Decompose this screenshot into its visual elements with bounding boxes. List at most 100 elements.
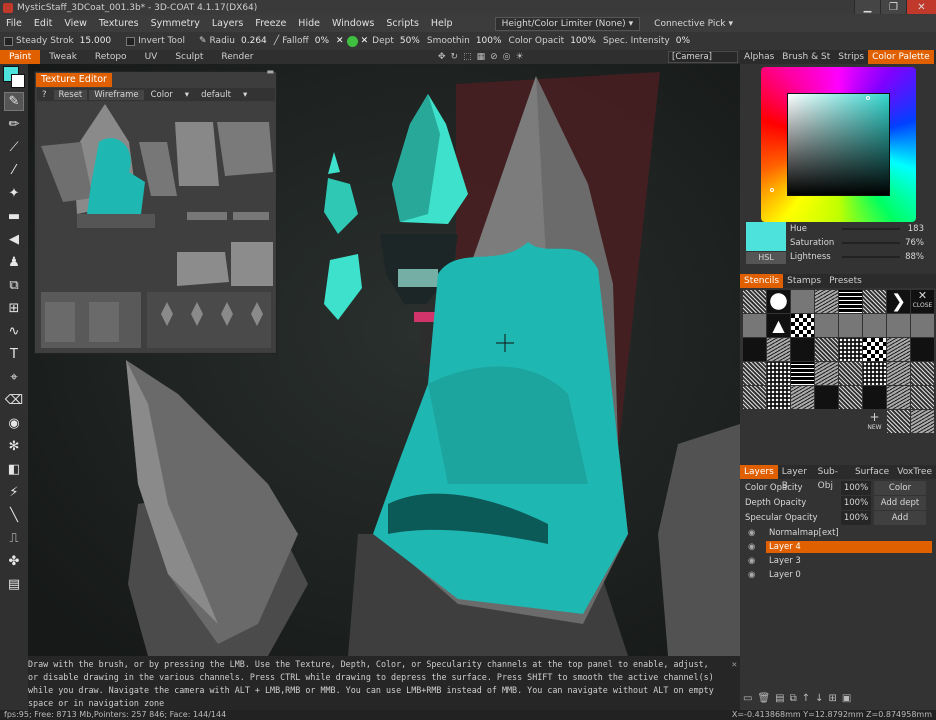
lightness-row[interactable]: Lightness 88% [790,250,930,264]
stencil-item[interactable] [839,386,862,409]
curve-tool-icon[interactable]: ∿ [4,322,24,341]
folder-icon[interactable]: ▭ [743,693,752,704]
restore-button[interactable]: ❐ [880,0,906,14]
green-dot-icon[interactable] [346,35,358,47]
layer-item[interactable]: ◉ Layer 3 [748,555,932,567]
close-icon[interactable]: ✕ [336,36,344,46]
clone-tool-icon[interactable]: ⧉ [4,276,24,295]
speaker-tool-icon[interactable]: ◀ [4,230,24,249]
tab-layers[interactable]: Layers [740,465,778,479]
tab-sculpt[interactable]: Sculpt [166,50,212,64]
stencil-item[interactable] [767,290,790,313]
wireframe-button[interactable]: Wireframe [89,89,144,100]
depth-blend-dropdown[interactable]: Add dept [874,496,926,510]
tab-surface[interactable]: Surface [851,465,893,479]
eye-icon[interactable]: ◉ [748,541,758,553]
stencil-item[interactable] [791,290,814,313]
stencil-item[interactable] [767,362,790,385]
ruler-tool-icon[interactable]: ⎍ [4,529,24,548]
menu-textures[interactable]: Textures [93,15,145,32]
eraser-tool-icon[interactable]: ⌫ [4,391,24,410]
hue-ring[interactable] [761,67,916,222]
pick-tool-icon[interactable]: ⌖ [4,368,24,387]
close-icon[interactable]: ▬ [266,67,274,76]
airbrush-tool-icon[interactable]: ⟋ [4,138,24,157]
menu-edit[interactable]: Edit [28,15,58,32]
stencil-item[interactable] [791,338,814,361]
stencil-item[interactable] [839,338,862,361]
tab-layer-b[interactable]: Layer B [778,465,814,491]
stencil-item[interactable] [791,314,814,337]
frame-icon[interactable]: ⬚ [463,52,472,62]
stencil-item[interactable] [815,386,838,409]
hue-value[interactable]: 183 [908,222,924,236]
close-icon[interactable]: ✕ [732,659,737,672]
stencil-item[interactable] [743,386,766,409]
spec-intensity-option[interactable]: Spec. Intensity 0% [603,36,693,46]
eye-tool-icon[interactable]: ◉ [4,414,24,433]
invert-tool-option[interactable]: Invert Tool [126,36,185,46]
stencil-item[interactable] [911,410,934,433]
color-swatch[interactable] [3,66,25,88]
layer-item[interactable]: ◉ Normalmap[ext] [748,527,932,539]
depth-value[interactable]: 50% [397,36,423,46]
tab-presets[interactable]: Presets [825,274,866,288]
move-down-icon[interactable]: ↓ [815,693,823,704]
saturation-lightness-square[interactable] [787,93,890,196]
menu-freeze[interactable]: Freeze [249,15,292,32]
minimize-button[interactable]: ▁ [854,0,880,14]
menu-symmetry[interactable]: Symmetry [145,15,206,32]
view-icon[interactable]: ◎ [503,52,511,62]
tab-uv[interactable]: UV [136,50,167,64]
stencil-item[interactable] [767,338,790,361]
hue-row[interactable]: Hue 183 [790,222,930,236]
stamp-tool-icon[interactable]: ♟ [4,253,24,272]
stencil-item[interactable] [743,338,766,361]
close-icon[interactable]: ✕ [361,36,369,46]
camera-dropdown[interactable]: [Camera] [668,51,738,63]
eye-icon[interactable]: ◉ [748,569,758,581]
tab-stencils[interactable]: Stencils [740,274,784,288]
flat-brush-tool-icon[interactable]: ▬ [4,207,24,226]
new-layer-icon[interactable]: ▤ [775,693,784,704]
stencil-item[interactable] [791,386,814,409]
stencil-item[interactable] [911,314,934,337]
stencil-item[interactable] [767,386,790,409]
layer-item[interactable]: ◉ Layer 0 [748,569,932,581]
radius-option[interactable]: ✎ Radiu 0.264 [199,36,270,46]
stencil-item[interactable] [887,338,910,361]
comb-tool-icon[interactable]: ▤ [4,575,24,594]
saturation-value[interactable]: 76% [905,236,924,250]
steady-stroke-checkbox[interactable] [4,36,13,46]
stencil-item[interactable] [815,314,838,337]
grid-icon[interactable]: ▦ [477,52,486,62]
stencil-close-button[interactable]: ✕ CLOSE [911,290,934,313]
spec-intensity-value[interactable]: 0% [673,36,693,46]
stencil-item[interactable] [863,362,886,385]
stencil-item[interactable] [863,338,886,361]
color-blend-dropdown[interactable]: Color [874,481,926,495]
stencil-item[interactable] [887,410,910,433]
smoothing-option[interactable]: Smoothin 100% [427,36,505,46]
gear-icon[interactable]: ✻ [4,437,24,456]
move-up-icon[interactable]: ↑ [802,693,810,704]
close-button[interactable]: ✕ [906,0,936,14]
saturation-slider[interactable] [842,242,900,244]
hsl-mode-button[interactable]: HSL [746,252,786,264]
menu-windows[interactable]: Windows [326,15,380,32]
stencil-item[interactable] [911,386,934,409]
text-tool-icon[interactable]: T [4,345,24,364]
stencil-item[interactable] [743,290,766,313]
steady-stroke-option[interactable]: Steady Strok 15.000 [4,36,114,46]
menu-scripts[interactable]: Scripts [380,15,425,32]
reset-button[interactable]: Reset [53,89,88,100]
layer-item[interactable]: ◉ Layer 4 [748,541,932,553]
menu-layers[interactable]: Layers [206,15,249,32]
stencil-item[interactable] [911,362,934,385]
color-opacity-value[interactable]: 100% [841,481,871,495]
merge-icon[interactable]: ⊞ [829,693,837,704]
background-color-swatch[interactable] [11,74,25,88]
specular-blend-dropdown[interactable]: Add [874,511,926,525]
lightness-slider[interactable] [842,256,900,258]
menu-hide[interactable]: Hide [292,15,326,32]
